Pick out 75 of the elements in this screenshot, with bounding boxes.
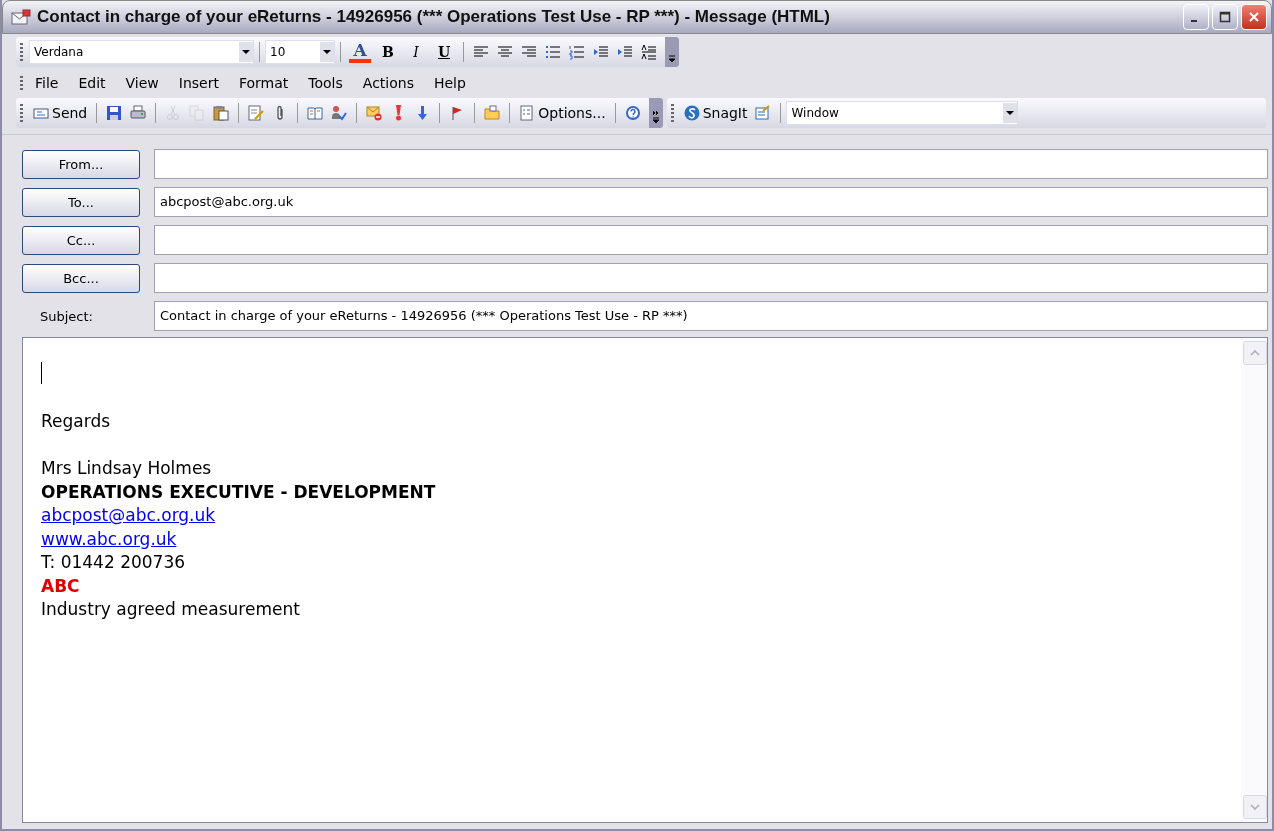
company-name: ABC (41, 575, 80, 596)
menu-item[interactable]: Format (228, 75, 299, 91)
document-icon (755, 105, 772, 121)
input-field[interactable] (154, 263, 1268, 293)
align-right-icon (521, 44, 537, 60)
italic-button[interactable]: I (402, 39, 430, 65)
options-button[interactable]: Options... (515, 100, 610, 126)
window-title: Contact in charge of your eReturns - 14926956 (*** Operations Test Use - RP ***) - Message (HTML) (37, 7, 831, 27)
signature-icon (248, 105, 265, 121)
link[interactable]: www.abc.org.uk (41, 528, 177, 549)
align-left-icon (473, 44, 489, 60)
menu-item[interactable]: Insert (168, 75, 229, 91)
menu-item[interactable]: Tools (298, 75, 353, 91)
body-text: Mrs Lindsay Holmes (41, 458, 212, 478)
print-icon (130, 105, 147, 121)
toolbar-options-button[interactable] (665, 37, 679, 67)
close-icon (1248, 11, 1260, 23)
field-label: Subject: (39, 308, 94, 324)
outdent-icon (593, 44, 609, 60)
styles-icon (641, 44, 657, 60)
link[interactable]: abcpost@abc.org.uk (41, 505, 216, 525)
signature-title: OPERATIONS EXECUTIVE - DEVELOPMENT (41, 481, 436, 502)
folder-icon (484, 105, 501, 121)
align-center-icon (497, 44, 513, 60)
menu-item[interactable]: File (25, 75, 69, 91)
font-color-button[interactable]: A (346, 39, 374, 65)
menu-item[interactable]: Edit (68, 75, 116, 91)
font-dropdown[interactable]: Verdana (29, 40, 254, 64)
minimize-icon (1191, 20, 1197, 22)
recipient-button[interactable]: From... (22, 149, 140, 179)
save-icon (106, 105, 123, 121)
numbering-icon (569, 44, 585, 60)
help-icon (624, 105, 641, 121)
text-cursor (41, 362, 42, 384)
body-text: Regards (41, 411, 111, 431)
message-body[interactable]: Regards Mrs Lindsay Holmes OPERATIONS EXECUTIVE - DEVELOPMENT abcpost@abc.org.uk www.abc.org.uk T: 01442 200736 ABC Industry agreed measurement (22, 337, 1268, 823)
font-size-dropdown[interactable]: 10 (265, 40, 335, 64)
snagit-button[interactable]: SnagIt (679, 100, 752, 126)
recipient-button[interactable]: To... (22, 187, 140, 217)
recipient-button[interactable]: Cc... (22, 225, 140, 255)
body-text: Industry agreed measurement (41, 599, 300, 619)
menu-item[interactable]: View (115, 75, 169, 91)
bold-button[interactable]: B (374, 39, 402, 65)
envelope-icon (366, 105, 383, 121)
send-button[interactable]: Send (29, 100, 92, 126)
indent-icon (617, 44, 633, 60)
input-field[interactable]: Contact in charge of your eReturns - 14926956 (*** Operations Test Use - RP ***) (154, 301, 1268, 331)
recipient-button[interactable]: Bcc... (22, 263, 140, 293)
caret-icon (323, 50, 331, 54)
bullets-icon (545, 44, 561, 60)
envelope-icon (11, 9, 31, 25)
toolbar-options-button[interactable] (648, 98, 663, 128)
underline-button[interactable]: U (430, 39, 458, 65)
chevron-icon (668, 53, 676, 63)
maximize-button[interactable] (1212, 4, 1238, 30)
close-button[interactable] (1241, 4, 1267, 30)
caret-icon (242, 50, 250, 54)
maximize-icon (1219, 11, 1231, 23)
copy-icon (189, 105, 206, 121)
menu-item[interactable]: Actions (352, 75, 424, 91)
cut-icon (165, 105, 182, 121)
input-field[interactable]: abcpost@abc.org.uk (154, 187, 1268, 217)
logo-icon (683, 105, 700, 121)
check-icon (331, 105, 348, 121)
options-icon (519, 105, 536, 121)
input-field[interactable] (154, 149, 1268, 179)
paste-icon (213, 105, 230, 121)
send-icon (33, 105, 49, 121)
book-icon (307, 105, 324, 121)
body-text: T: 01442 200736 (41, 552, 186, 572)
capture-mode-dropdown[interactable]: Window (786, 101, 1019, 125)
menu-item[interactable]: Help (423, 75, 476, 91)
caret-icon (1006, 111, 1015, 115)
input-field[interactable] (154, 225, 1268, 255)
chevron-icon (651, 110, 660, 124)
